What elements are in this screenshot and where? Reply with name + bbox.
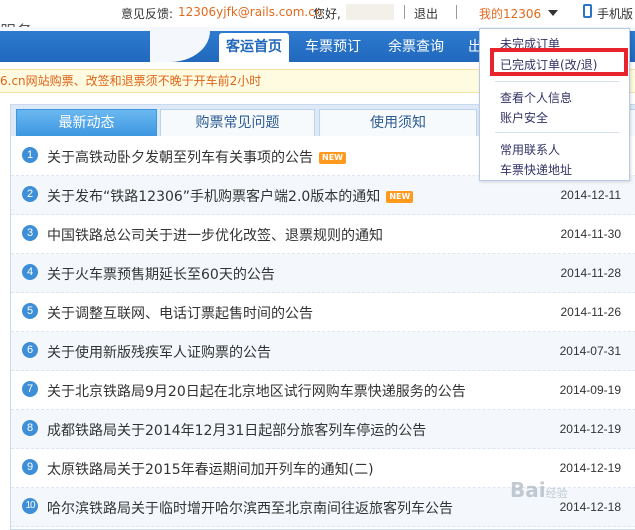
news-date: 2014-11-26 bbox=[560, 305, 622, 319]
item-number: 2 bbox=[22, 186, 38, 202]
nav-ticket-booking[interactable]: 车票预订 bbox=[303, 35, 363, 62]
caret-down-icon[interactable] bbox=[548, 10, 558, 16]
list-item[interactable]: 6 关于使用新版残疾军人证购票的公告 2014-07-31 bbox=[11, 332, 635, 371]
nav-home[interactable]: 客运首页 bbox=[219, 33, 289, 62]
news-title-link[interactable]: 成都铁路局关于2014年12月31日起部分旅客列车停运的公告 bbox=[47, 420, 426, 440]
item-number: 4 bbox=[22, 264, 38, 280]
news-title-link[interactable]: 关于北京铁路局9月20日起在北京地区试行网购车票快递服务的公告 bbox=[47, 381, 466, 401]
news-date: 2014-12-11 bbox=[560, 188, 622, 202]
tab-faq[interactable]: 购票常见问题 bbox=[160, 109, 315, 136]
item-number: 10 bbox=[22, 498, 38, 514]
list-item[interactable]: 5 关于调整互联网、电话订票起售时间的公告 2014-11-26 bbox=[11, 293, 635, 332]
list-item[interactable]: 7 关于北京铁路局9月20日起在北京地区试行网购车票快递服务的公告 2014-0… bbox=[11, 371, 635, 410]
menu-item-account-security[interactable]: 账户安全 bbox=[500, 109, 548, 126]
logout-link[interactable]: 退出 bbox=[414, 5, 438, 22]
new-badge-icon: NEW bbox=[319, 152, 346, 164]
list-item[interactable]: 2 关于发布“铁路12306”手机购票客户端2.0版本的通知 NEW 2014-1… bbox=[11, 176, 635, 215]
menu-item-contacts[interactable]: 常用联系人 bbox=[500, 141, 560, 158]
menu-item-delivery-address[interactable]: 车票快递地址 bbox=[500, 161, 572, 178]
news-date: 2014-12-19 bbox=[559, 461, 621, 475]
top-utility-bar: 服务 意见反馈: 12306yjfk@rails.com.cn 您好, 退出 我… bbox=[0, 0, 635, 41]
tab-latest-news[interactable]: 最新动态 bbox=[16, 109, 157, 136]
item-number: 3 bbox=[22, 225, 38, 241]
news-date: 2014-11-30 bbox=[560, 227, 622, 241]
news-date: 2014-09-19 bbox=[559, 383, 621, 397]
mobile-version-link[interactable]: 手机版 bbox=[597, 5, 633, 22]
news-title-link[interactable]: 关于发布“铁路12306”手机购票客户端2.0版本的通知 NEW bbox=[47, 186, 414, 206]
news-date: 2014-07-31 bbox=[559, 344, 621, 358]
list-item[interactable]: 4 关于火车票预售期延长至60天的公告 2014-11-28 bbox=[11, 254, 635, 293]
news-date: 2014-12-19 bbox=[559, 422, 621, 436]
news-title-link[interactable]: 中国铁路总公司关于进一步优化改签、退票规则的通知 bbox=[47, 225, 383, 245]
item-number: 1 bbox=[22, 147, 38, 163]
list-item[interactable]: 3 中国铁路总公司关于进一步优化改签、退票规则的通知 2014-11-30 bbox=[11, 215, 635, 254]
feedback-label: 意见反馈: bbox=[121, 7, 174, 21]
list-item[interactable]: 8 成都铁路局关于2014年12月31日起部分旅客列车停运的公告 2014-12… bbox=[11, 410, 635, 449]
news-title-link[interactable]: 关于火车票预售期延长至60天的公告 bbox=[47, 264, 275, 284]
news-title-link[interactable]: 哈尔滨铁路局关于临时增开哈尔滨西至北京南间往返旅客列车公告 bbox=[47, 498, 453, 518]
menu-divider bbox=[495, 81, 619, 82]
baidu-watermark: Bai经验 bbox=[510, 478, 568, 502]
annotation-highlight bbox=[490, 48, 628, 76]
new-badge-icon: NEW bbox=[386, 191, 414, 203]
news-list: 1 关于高铁动卧夕发朝至列车有关事项的公告 NEW 2 关于发布“铁路12306”… bbox=[11, 137, 635, 527]
feedback-email-link[interactable]: 12306yjfk@rails.com.cn bbox=[178, 5, 322, 19]
greeting-text: 您好, bbox=[313, 7, 341, 21]
divider bbox=[456, 5, 457, 19]
tab-instructions[interactable]: 使用须知 bbox=[319, 109, 477, 136]
item-number: 8 bbox=[22, 420, 38, 436]
item-number: 9 bbox=[22, 459, 38, 475]
divider bbox=[404, 5, 405, 19]
news-date: 2014-12-18 bbox=[559, 500, 621, 514]
news-date: 2014-11-28 bbox=[560, 266, 622, 280]
news-title-link[interactable]: 太原铁路局关于2015年春运期间加开列车的通知(二) bbox=[47, 459, 374, 479]
item-number: 5 bbox=[22, 303, 38, 319]
nav-ticket-query[interactable]: 余票查询 bbox=[386, 35, 446, 62]
item-number: 6 bbox=[22, 342, 38, 358]
username-blurred bbox=[346, 4, 394, 20]
news-title-link[interactable]: 关于高铁动卧夕发朝至列车有关事项的公告 NEW bbox=[47, 147, 346, 167]
menu-divider bbox=[495, 132, 619, 133]
nav-decoration bbox=[150, 31, 210, 62]
phone-icon bbox=[583, 4, 592, 18]
menu-item-personal-info[interactable]: 查看个人信息 bbox=[500, 89, 572, 106]
news-title-link[interactable]: 关于使用新版残疾军人证购票的公告 bbox=[47, 342, 271, 362]
my-12306-menu[interactable]: 我的12306 bbox=[479, 5, 541, 22]
news-title-link[interactable]: 关于调整互联网、电话订票起售时间的公告 bbox=[47, 303, 313, 323]
item-number: 7 bbox=[22, 381, 38, 397]
